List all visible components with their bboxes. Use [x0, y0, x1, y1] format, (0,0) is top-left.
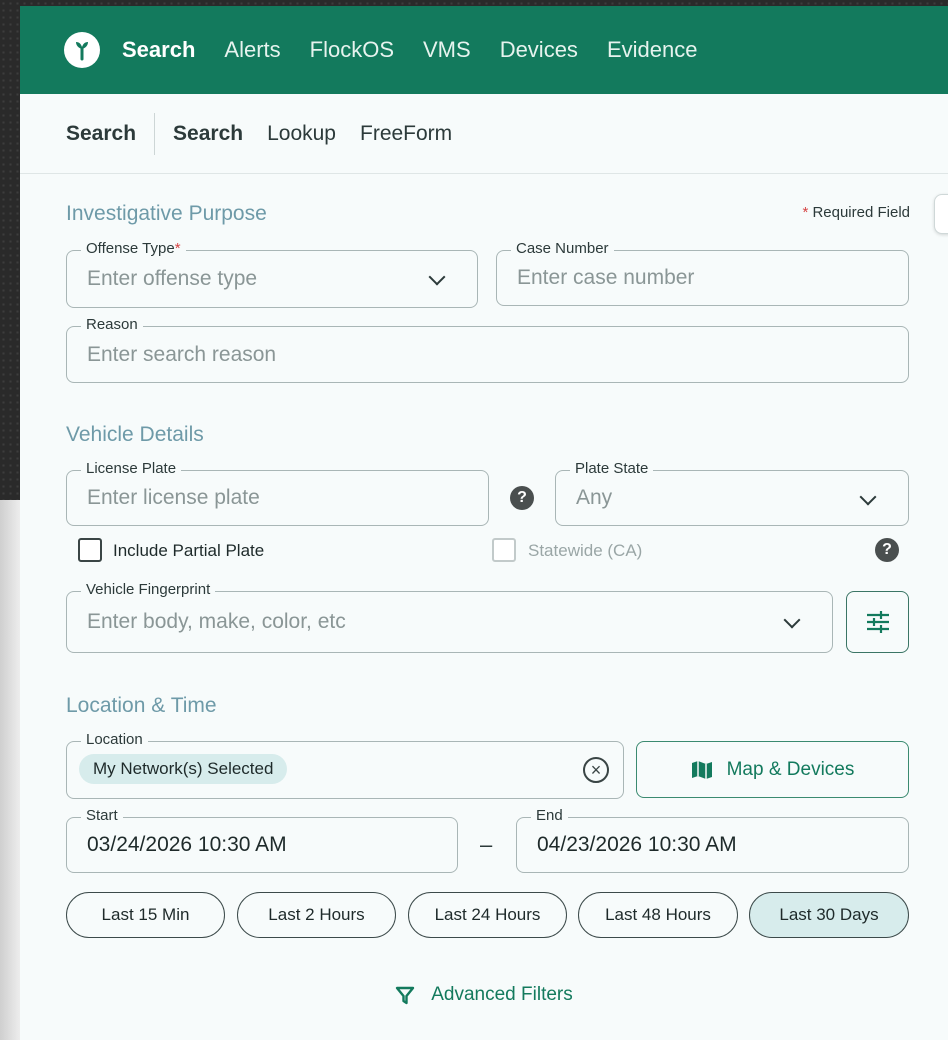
offense-type-label: Offense Type*: [81, 240, 186, 257]
license-plate-label: License Plate: [81, 460, 182, 477]
reason-input[interactable]: Reason Enter search reason: [66, 316, 909, 383]
end-value: 04/23/2026 10:30 AM: [537, 833, 737, 856]
include-partial-plate-label: Include Partial Plate: [113, 541, 265, 560]
range-last-30-days[interactable]: Last 30 Days: [749, 892, 909, 938]
map-icon: [691, 760, 712, 779]
clear-icon[interactable]: ×: [583, 757, 609, 783]
range-last-2-hours[interactable]: Last 2 Hours: [237, 892, 396, 938]
filter-icon: [396, 986, 415, 1005]
plate-state-select[interactable]: Plate State Any: [555, 460, 909, 526]
plate-state-value: Any: [576, 486, 613, 509]
reason-placeholder: Enter search reason: [87, 342, 277, 366]
tab-freeform[interactable]: FreeForm: [360, 122, 452, 146]
chevron-down-icon: [428, 268, 446, 286]
nav-devices[interactable]: Devices: [500, 37, 578, 63]
required-field-text: Required Field: [808, 204, 910, 221]
vehicle-fingerprint-placeholder: Enter body, make, color, etc: [87, 610, 346, 633]
nav-search[interactable]: Search: [122, 37, 195, 63]
side-panel-handle[interactable]: [934, 194, 948, 234]
advanced-filters-button[interactable]: Advanced Filters: [20, 984, 948, 1006]
end-label: End: [531, 807, 568, 824]
nav-flockos[interactable]: FlockOS: [310, 37, 394, 63]
case-number-label: Case Number: [511, 240, 614, 257]
license-plate-input[interactable]: License Plate Enter license plate: [66, 460, 489, 526]
background-window: [0, 500, 22, 1040]
offense-type-placeholder: Enter offense type: [87, 267, 258, 290]
nav-alerts[interactable]: Alerts: [224, 37, 280, 63]
plate-state-label: Plate State: [570, 460, 654, 477]
case-number-input[interactable]: Case Number Enter case number: [496, 240, 909, 306]
map-devices-button[interactable]: Map & Devices: [636, 741, 909, 798]
section-location-time: Location & Time: [66, 694, 217, 717]
date-range-separator: –: [480, 832, 493, 857]
offense-type-select[interactable]: Offense Type* Enter offense type: [66, 240, 478, 308]
range-last-48-hours[interactable]: Last 48 Hours: [578, 892, 738, 938]
range-last-15-min[interactable]: Last 15 Min: [66, 892, 225, 938]
app-window: Search Alerts FlockOS VMS Devices Eviden…: [20, 6, 948, 1040]
start-label: Start: [81, 807, 123, 824]
sliders-icon: [866, 611, 889, 633]
range-last-24-hours[interactable]: Last 24 Hours: [408, 892, 567, 938]
section-investigative-purpose: Investigative Purpose: [66, 202, 267, 225]
tab-search[interactable]: Search: [173, 122, 243, 146]
section-vehicle-details: Vehicle Details: [66, 423, 204, 446]
location-input[interactable]: Location My Network(s) Selected ×: [66, 731, 624, 799]
fingerprint-filters-button[interactable]: [846, 591, 909, 653]
location-chip[interactable]: My Network(s) Selected: [79, 754, 288, 784]
map-devices-label: Map & Devices: [726, 758, 855, 780]
sub-nav-title: Search: [66, 112, 156, 155]
reason-label: Reason: [81, 316, 143, 333]
statewide-label: Statewide (CA): [528, 541, 643, 560]
nav-vms[interactable]: VMS: [423, 37, 471, 63]
vehicle-fingerprint-select[interactable]: Vehicle Fingerprint Enter body, make, co…: [66, 581, 833, 653]
advanced-filters-label: Advanced Filters: [431, 984, 573, 1005]
flock-logo-icon[interactable]: [64, 32, 100, 68]
license-plate-placeholder: Enter license plate: [87, 486, 260, 509]
required-field-note: * Required Field: [802, 204, 910, 221]
top-nav: Search Alerts FlockOS VMS Devices Eviden…: [20, 6, 948, 94]
tab-lookup[interactable]: Lookup: [267, 122, 336, 146]
chevron-down-icon: [859, 488, 877, 506]
start-value: 03/24/2026 10:30 AM: [87, 833, 287, 856]
nav-evidence[interactable]: Evidence: [607, 37, 698, 63]
end-date-input[interactable]: End 04/23/2026 10:30 AM: [516, 807, 909, 873]
start-date-input[interactable]: Start 03/24/2026 10:30 AM: [66, 807, 458, 873]
statewide-checkbox[interactable]: [492, 538, 516, 562]
include-partial-plate-checkbox[interactable]: [78, 538, 102, 562]
vehicle-fingerprint-label: Vehicle Fingerprint: [81, 581, 216, 598]
case-number-placeholder: Enter case number: [517, 266, 695, 289]
help-icon[interactable]: ?: [875, 538, 899, 562]
chevron-down-icon: [783, 611, 801, 629]
help-icon[interactable]: ?: [510, 486, 534, 510]
location-label: Location: [81, 731, 148, 748]
sub-nav: Search Search Lookup FreeForm: [20, 94, 948, 174]
